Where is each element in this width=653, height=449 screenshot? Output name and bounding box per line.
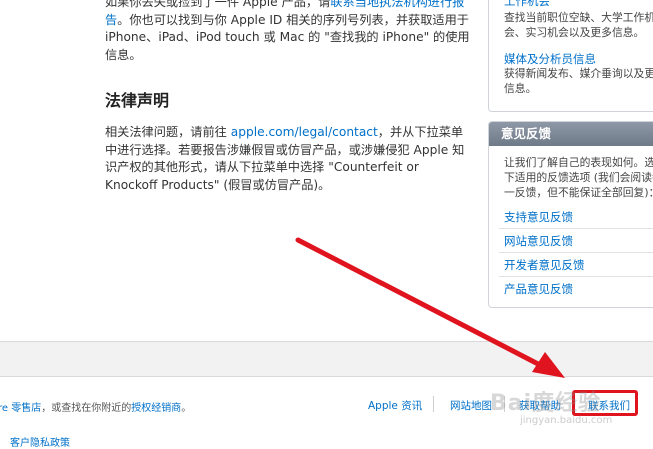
privacy-policy-link[interactable]: 客户隐私政策 bbox=[10, 434, 70, 449]
sidebar-info-box: 工作机会 查找当前职位空缺、大学工作机会、实习机会以及更多信息。 媒体及分析员信… bbox=[488, 0, 653, 112]
media-link[interactable]: 媒体及分析员信息 bbox=[504, 51, 596, 67]
website-feedback-link[interactable]: 网站意见反馈 bbox=[504, 233, 573, 249]
authorized-reseller-link[interactable]: 授权经销商 bbox=[131, 403, 181, 414]
product-feedback-link[interactable]: 产品意见反馈 bbox=[504, 281, 573, 297]
jobs-link[interactable]: 工作机会 bbox=[504, 0, 550, 9]
feedback-box: 意见反馈 让我们了解自己的表现如何。选择下适用的反馈选项 (我们会阅读每一反馈，… bbox=[488, 121, 653, 308]
para2-text-pre: 相关法律问题，请前往 bbox=[105, 125, 231, 139]
media-description: 获得新闻发布、媒介垂询以及更多信息。 bbox=[504, 67, 653, 95]
footer-band bbox=[0, 341, 653, 377]
divider bbox=[499, 276, 653, 277]
developer-feedback-link[interactable]: 开发者意见反馈 bbox=[504, 257, 585, 273]
footer-retail-text: re 零售店，或查找在你附近的授权经销商。 bbox=[0, 399, 191, 414]
feedback-description: 让我们了解自己的表现如何。选择下适用的反馈选项 (我们会阅读每一反馈，但不能保证… bbox=[504, 156, 653, 199]
legal-heading: 法律声明 bbox=[105, 91, 170, 110]
jobs-description: 查找当前职位空缺、大学工作机会、实习机会以及更多信息。 bbox=[504, 11, 653, 39]
site-map-link[interactable]: 网站地图 bbox=[450, 398, 492, 413]
baidu-watermark: Bai度经验 bbox=[490, 391, 602, 416]
feedback-title: 意见反馈 bbox=[489, 122, 653, 146]
para1-text-pre: 如果你丢失或捡到了一件 Apple 产品，请 bbox=[105, 0, 331, 9]
legal-paragraph: 相关法律问题，请前往 apple.com/legal/contact，并从下拉菜… bbox=[105, 124, 475, 194]
footer-retail-end: 。 bbox=[181, 403, 192, 414]
para1-text-post: 。你也可以找到与你 Apple ID 相关的序列号列表，并获取适用于 iPhon… bbox=[105, 12, 470, 62]
baidu-watermark-url: jingyan.baidu.com bbox=[520, 415, 613, 426]
retail-store-link[interactable]: re 零售店 bbox=[0, 403, 41, 414]
apple-news-link[interactable]: Apple 资讯 bbox=[368, 398, 422, 413]
footer-separator bbox=[433, 396, 434, 412]
divider bbox=[499, 228, 653, 229]
support-feedback-link[interactable]: 支持意见反馈 bbox=[504, 209, 573, 225]
divider bbox=[499, 252, 653, 253]
footer-retail-mid: ，或查找在你附近的 bbox=[41, 403, 132, 414]
legal-contact-link[interactable]: apple.com/legal/contact bbox=[231, 125, 378, 139]
lost-device-paragraph: 如果你丢失或捡到了一件 Apple 产品，请联系当地执法机构进行报告。你也可以找… bbox=[105, 0, 475, 64]
